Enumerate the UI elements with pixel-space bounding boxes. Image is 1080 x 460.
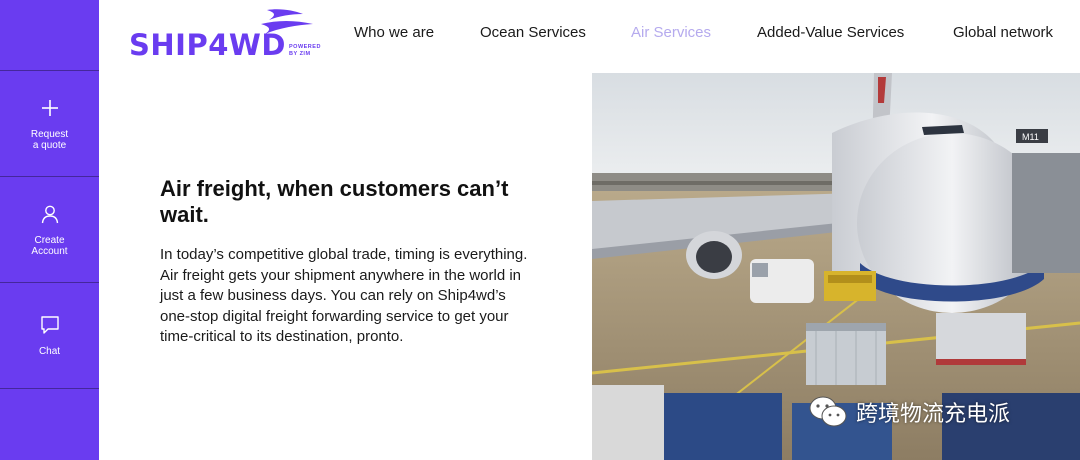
sidebar-item-create-account[interactable]: Create Account xyxy=(0,177,99,283)
sidebar-item-label: Chat xyxy=(38,346,61,357)
nav-added-value-services[interactable]: Added-Value Services xyxy=(757,24,904,41)
chat-icon xyxy=(40,316,59,334)
logo-wordmark: SHIP4WD xyxy=(129,28,286,62)
user-icon xyxy=(41,205,58,223)
sidebar-item-label: Request a quote xyxy=(30,128,69,151)
plus-icon xyxy=(41,99,58,116)
nav-air-services[interactable]: Air Services xyxy=(631,24,711,41)
logo-powered-by: POWERED BY ZIM xyxy=(289,44,321,57)
svg-text:M11: M11 xyxy=(1022,132,1039,142)
watermark-text: 跨境物流充电派 xyxy=(856,402,1011,427)
sidebar: Request a quote Create Account Chat xyxy=(0,0,99,460)
nav-ocean-services[interactable]: Ocean Services xyxy=(480,24,586,41)
sidebar-top xyxy=(0,0,99,71)
nav-who-we-are[interactable]: Who we are xyxy=(354,24,434,41)
watermark: 跨境物流充电派 xyxy=(808,394,1010,430)
nav-global-network[interactable]: Global network xyxy=(953,24,1053,41)
sidebar-item-label: Create Account xyxy=(31,234,68,257)
page-title: Air freight, when customers can’t wait. xyxy=(160,176,509,227)
sidebar-item-chat[interactable]: Chat xyxy=(0,283,99,389)
header: SHIP4WD POWERED BY ZIM Who we are Ocean … xyxy=(99,0,1080,70)
ship4wd-logo[interactable]: SHIP4WD POWERED BY ZIM xyxy=(129,8,329,64)
sidebar-item-request-quote[interactable]: Request a quote xyxy=(0,71,99,177)
wechat-icon xyxy=(809,396,847,427)
hero-description: In today’s competitive global trade, tim… xyxy=(160,246,528,345)
